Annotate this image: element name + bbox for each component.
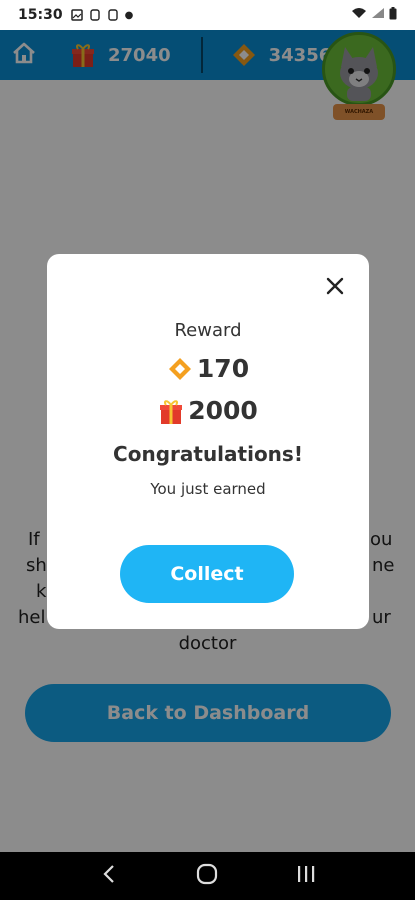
dot-icon: ● [124,9,134,21]
notification-app-icon-2 [107,9,119,21]
gifts-reward-row: 2000 [47,396,369,425]
notification-app-icon [89,9,101,21]
wifi-icon [351,7,367,23]
back-nav-button[interactable] [94,861,124,891]
gems-reward-value: 170 [196,354,250,383]
signal-icon [371,7,385,23]
reward-modal: Reward 170 2000 Congratulations! You jus… [47,254,369,629]
android-nav-bar [0,852,415,900]
congrats-heading: Congratulations! [113,442,303,466]
status-bar: 15:30 ● [0,0,415,30]
recents-icon [296,865,316,887]
recents-nav-button[interactable] [291,861,321,891]
gem-icon [167,355,193,383]
close-button[interactable] [323,276,347,300]
gallery-icon [70,9,83,21]
battery-icon [389,6,397,24]
home-circle-icon [196,863,218,889]
modal-title: Reward [174,320,242,341]
home-nav-button[interactable] [192,861,222,891]
earned-message: You just earned [150,480,266,498]
status-right [351,6,397,24]
status-time: 15:30 [18,7,63,23]
back-chevron-icon [102,864,116,888]
collect-button[interactable]: Collect [120,545,294,603]
gift-icon [158,397,184,425]
close-icon [326,277,344,299]
gifts-reward-value: 2000 [188,396,258,425]
gems-reward-row: 170 [47,354,369,383]
